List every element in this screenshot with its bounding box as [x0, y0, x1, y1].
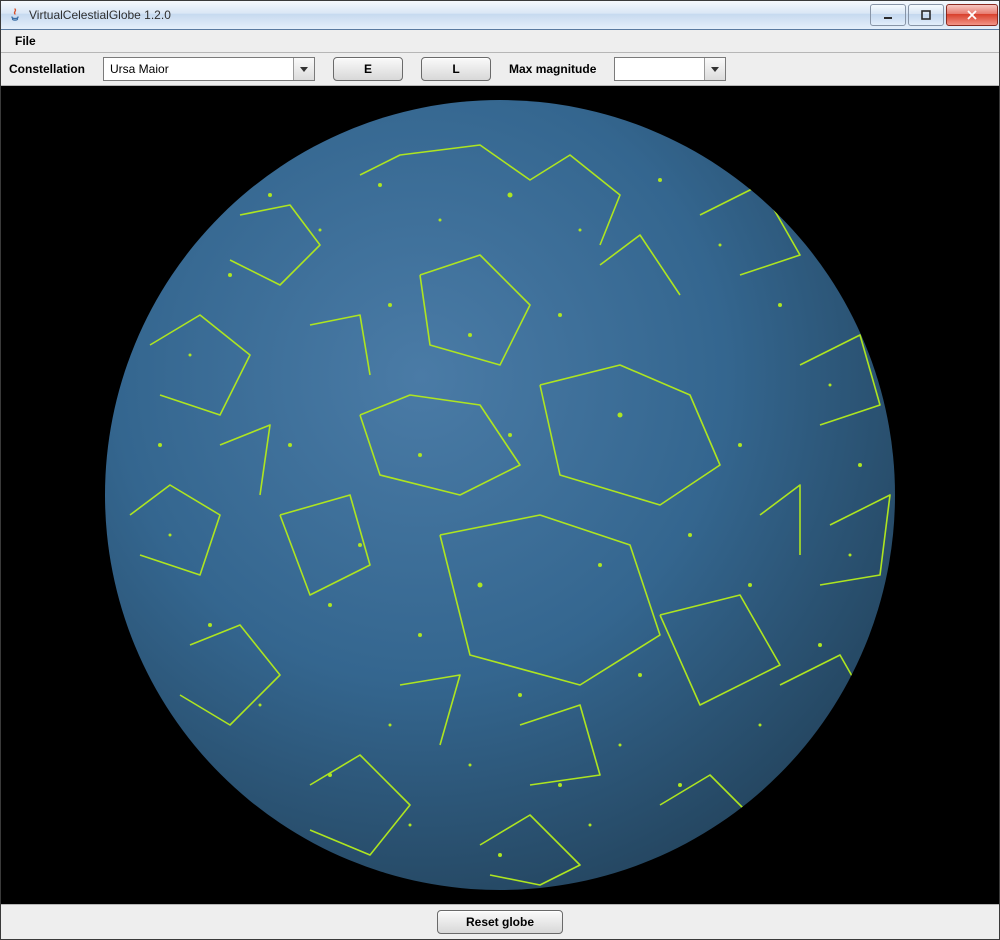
java-icon: [7, 7, 23, 23]
titlebar: VirtualCelestialGlobe 1.2.0: [1, 1, 999, 30]
globe-canvas[interactable]: [1, 86, 999, 904]
window-title: VirtualCelestialGlobe 1.2.0: [29, 8, 171, 22]
close-button[interactable]: [946, 4, 998, 26]
constellation-select[interactable]: Ursa Maior: [103, 57, 315, 81]
footer: Reset globe: [1, 904, 999, 939]
toolbar: Constellation Ursa Maior E L Max magnitu…: [1, 53, 999, 86]
chevron-down-icon: [704, 58, 725, 80]
chevron-down-icon: [293, 58, 314, 80]
max-magnitude-label: Max magnitude: [509, 62, 596, 76]
constellation-selected-value: Ursa Maior: [110, 62, 169, 76]
window-control-buttons: [869, 1, 999, 29]
e-button[interactable]: E: [333, 57, 403, 81]
maximize-button[interactable]: [908, 4, 944, 26]
l-button[interactable]: L: [421, 57, 491, 81]
constellation-label: Constellation: [9, 62, 85, 76]
reset-globe-button[interactable]: Reset globe: [437, 910, 563, 934]
menubar: File: [1, 30, 999, 53]
menu-file[interactable]: File: [7, 32, 44, 50]
minimize-button[interactable]: [870, 4, 906, 26]
celestial-globe: [60, 86, 940, 904]
app-window: VirtualCelestialGlobe 1.2.0 File Constel…: [0, 0, 1000, 940]
max-magnitude-select[interactable]: [614, 57, 726, 81]
